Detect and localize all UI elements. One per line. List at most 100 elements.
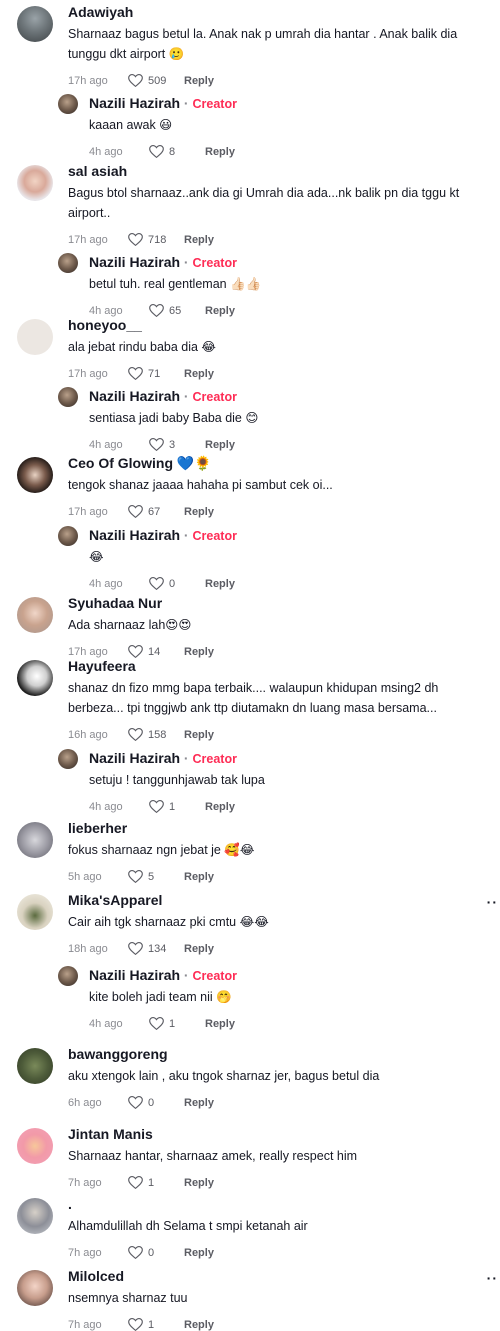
avatar-nazili[interactable] (58, 526, 78, 546)
heart-icon[interactable] (128, 1318, 143, 1331)
heart-icon[interactable] (128, 74, 143, 87)
heart-icon[interactable] (149, 438, 164, 451)
author-name[interactable]: Ceo Of Glowing 💙🌻 (68, 455, 212, 471)
author-name[interactable]: Nazili Hazirah (89, 967, 180, 983)
author-name[interactable]: Hayufeera (68, 658, 136, 674)
like-button[interactable]: 5 (128, 870, 184, 883)
heart-icon[interactable] (128, 1246, 143, 1259)
comment-author[interactable]: Milolced (68, 1268, 124, 1284)
heart-icon[interactable] (128, 1176, 143, 1189)
author-name[interactable]: Mika'sApparel (68, 892, 162, 908)
author-name[interactable]: Nazili Hazirah (89, 95, 180, 111)
reply-button[interactable]: Reply (205, 801, 235, 813)
like-button[interactable]: 1 (149, 1017, 205, 1030)
comment-author[interactable]: Nazili Hazirah · Creator (89, 254, 237, 270)
author-name[interactable]: lieberher (68, 820, 127, 836)
comment-author[interactable]: Nazili Hazirah · Creator (89, 527, 237, 543)
reply-button[interactable]: Reply (184, 729, 214, 741)
avatar-syuhadaa[interactable] (17, 597, 53, 633)
like-button[interactable]: 0 (128, 1096, 184, 1109)
reply-button[interactable]: Reply (184, 1319, 214, 1331)
heart-icon[interactable] (128, 505, 143, 518)
reply-button[interactable]: Reply (184, 368, 214, 380)
author-name[interactable]: bawanggoreng (68, 1046, 168, 1062)
heart-icon[interactable] (128, 728, 143, 741)
like-button[interactable]: 0 (128, 1246, 184, 1259)
avatar-adawiyah[interactable] (17, 6, 53, 42)
author-name[interactable]: Nazili Hazirah (89, 388, 180, 404)
like-button[interactable]: 71 (128, 367, 184, 380)
avatar-mika[interactable] (17, 894, 53, 930)
heart-icon[interactable] (128, 367, 143, 380)
reply-button[interactable]: Reply (205, 146, 235, 158)
comment-author[interactable]: lieberher (68, 820, 127, 836)
like-button[interactable]: 65 (149, 304, 205, 317)
heart-icon[interactable] (149, 145, 164, 158)
author-name[interactable]: Syuhadaa Nur (68, 595, 162, 611)
reply-button[interactable]: Reply (184, 75, 214, 87)
heart-icon[interactable] (128, 870, 143, 883)
avatar-hayufeera[interactable] (17, 660, 53, 696)
reply-button[interactable]: Reply (184, 1247, 214, 1259)
comment-author[interactable]: Nazili Hazirah · Creator (89, 388, 237, 404)
avatar-salasiah[interactable] (17, 165, 53, 201)
reply-button[interactable]: Reply (184, 234, 214, 246)
like-button[interactable]: 1 (128, 1176, 184, 1189)
reply-button[interactable]: Reply (184, 1097, 214, 1109)
reply-button[interactable]: Reply (184, 646, 214, 658)
reply-button[interactable]: Reply (205, 305, 235, 317)
avatar-nazili[interactable] (58, 966, 78, 986)
avatar-nazili[interactable] (58, 94, 78, 114)
comment-author[interactable]: Syuhadaa Nur (68, 595, 162, 611)
avatar-nazili[interactable] (58, 253, 78, 273)
author-name[interactable]: Nazili Hazirah (89, 527, 180, 543)
comment-author[interactable]: Nazili Hazirah · Creator (89, 967, 237, 983)
heart-icon[interactable] (128, 942, 143, 955)
comment-author[interactable]: bawanggoreng (68, 1046, 168, 1062)
comment-author[interactable]: Jintan Manis (68, 1126, 153, 1142)
comment-author[interactable]: sal asiah (68, 163, 127, 179)
like-button[interactable]: 134 (128, 942, 184, 955)
avatar-honeyoo[interactable] (17, 319, 53, 355)
like-button[interactable]: 1 (128, 1318, 184, 1331)
author-name[interactable]: honeyoo__ (68, 317, 142, 333)
heart-icon[interactable] (149, 800, 164, 813)
comment-author[interactable]: honeyoo__ (68, 317, 142, 333)
comment-author[interactable]: Mika'sApparel (68, 892, 162, 908)
heart-icon[interactable] (149, 1017, 164, 1030)
more-options-icon[interactable]: ·· (487, 1270, 498, 1286)
like-button[interactable]: 1 (149, 800, 205, 813)
heart-icon[interactable] (128, 645, 143, 658)
reply-button[interactable]: Reply (205, 578, 235, 590)
comment-author[interactable]: Nazili Hazirah · Creator (89, 95, 237, 111)
reply-button[interactable]: Reply (184, 943, 214, 955)
avatar-dot[interactable] (17, 1198, 53, 1234)
avatar-lieberher[interactable] (17, 822, 53, 858)
avatar-nazili[interactable] (58, 749, 78, 769)
heart-icon[interactable] (149, 304, 164, 317)
author-name[interactable]: sal asiah (68, 163, 127, 179)
comment-author[interactable]: Hayufeera (68, 658, 136, 674)
more-options-icon[interactable]: ·· (487, 894, 498, 910)
author-name[interactable]: Jintan Manis (68, 1126, 153, 1142)
reply-button[interactable]: Reply (184, 1177, 214, 1189)
like-button[interactable]: 718 (128, 233, 184, 246)
author-name[interactable]: . (68, 1196, 72, 1212)
avatar-nazili[interactable] (58, 387, 78, 407)
comment-author[interactable]: Adawiyah (68, 4, 133, 20)
comment-author[interactable]: Ceo Of Glowing 💙🌻 (68, 455, 212, 472)
author-name[interactable]: Nazili Hazirah (89, 750, 180, 766)
reply-button[interactable]: Reply (205, 439, 235, 451)
heart-icon[interactable] (128, 1096, 143, 1109)
avatar-milolced[interactable] (17, 1270, 53, 1306)
heart-icon[interactable] (149, 577, 164, 590)
avatar-bawang[interactable] (17, 1048, 53, 1084)
avatar-ceo[interactable] (17, 457, 53, 493)
author-name[interactable]: Adawiyah (68, 4, 133, 20)
like-button[interactable]: 67 (128, 505, 184, 518)
heart-icon[interactable] (128, 233, 143, 246)
author-name[interactable]: Nazili Hazirah (89, 254, 180, 270)
reply-button[interactable]: Reply (205, 1018, 235, 1030)
like-button[interactable]: 509 (128, 74, 184, 87)
avatar-jintan[interactable] (17, 1128, 53, 1164)
